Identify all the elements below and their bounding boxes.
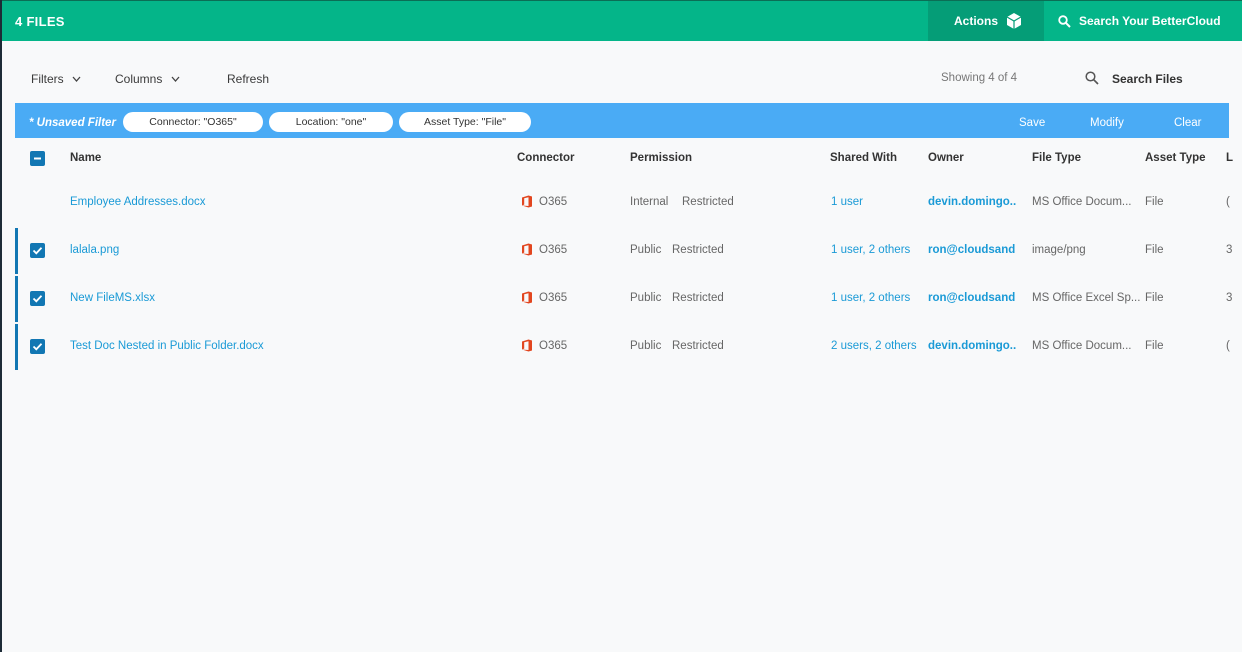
selection-indicator (15, 228, 18, 274)
file-name-link[interactable]: Employee Addresses.docx (70, 196, 206, 208)
modify-filter-button[interactable]: Modify (1090, 117, 1124, 129)
table-header: Name Connector Permission Shared With Ow… (2, 140, 1242, 176)
permission-scope: Public (630, 244, 662, 256)
clear-filter-button[interactable]: Clear (1174, 117, 1201, 129)
owner-link[interactable]: devin.domingo... (928, 196, 1016, 208)
file-name-link[interactable]: Test Doc Nested in Public Folder.docx (70, 340, 264, 352)
top-bar: 4 FILES Actions Search Your BetterCloud (2, 0, 1242, 41)
refresh-button[interactable]: Refresh (227, 72, 269, 86)
filters-dropdown[interactable]: Filters (31, 72, 81, 86)
connector-label: O365 (539, 292, 568, 304)
truncated-cell: 3 (1226, 292, 1233, 304)
permission-level: Restricted (672, 292, 724, 304)
connector-label: O365 (539, 244, 568, 256)
column-header-truncated[interactable]: L (1226, 152, 1236, 164)
truncated-cell: ( (1226, 196, 1230, 208)
permission-level: Restricted (682, 196, 734, 208)
unsaved-filter-label: * Unsaved Filter (29, 117, 116, 129)
save-filter-button[interactable]: Save (1019, 117, 1045, 129)
filters-label: Filters (31, 72, 64, 86)
chevron-down-icon (171, 76, 180, 82)
cube-icon (1006, 13, 1022, 29)
search-bettercloud-button[interactable]: Search Your BetterCloud (1058, 14, 1221, 28)
search-bettercloud-label: Search Your BetterCloud (1079, 14, 1221, 28)
column-header-permission[interactable]: Permission (630, 152, 692, 164)
columns-dropdown[interactable]: Columns (115, 72, 180, 86)
table-row[interactable]: Test Doc Nested in Public Folder.docx O36… (2, 324, 1242, 370)
owner-link[interactable]: devin.domingo... (928, 340, 1016, 352)
office365-icon (522, 195, 532, 208)
shared-with-link[interactable]: 1 user (831, 196, 923, 208)
filter-pill-connector[interactable]: Connector: "O365" (123, 112, 263, 132)
truncated-cell: 3 (1226, 244, 1233, 256)
connector-label: O365 (539, 196, 568, 208)
file-type: MS Office Docum... (1032, 196, 1132, 208)
column-header-owner[interactable]: Owner (928, 152, 964, 164)
file-type: MS Office Excel Sp... (1032, 292, 1140, 304)
file-type: image/png (1032, 244, 1086, 256)
asset-type: File (1145, 244, 1164, 256)
office365-icon (522, 339, 532, 352)
chevron-down-icon (72, 76, 81, 82)
asset-type: File (1145, 292, 1164, 304)
office365-icon (522, 291, 532, 304)
filter-pill-location[interactable]: Location: "one" (269, 112, 393, 132)
row-checkbox[interactable] (30, 339, 45, 354)
shared-with-link[interactable]: 1 user, 2 others (831, 292, 923, 304)
column-header-shared-with[interactable]: Shared With (830, 152, 897, 164)
selection-indicator (15, 324, 18, 370)
file-type: MS Office Docum... (1032, 340, 1132, 352)
permission-scope: Internal (630, 196, 669, 208)
minus-icon (34, 157, 41, 160)
page-title: 4 FILES (15, 14, 65, 29)
result-count: Showing 4 of 4 (941, 72, 1018, 84)
search-files-label: Search Files (1112, 72, 1183, 86)
row-checkbox[interactable] (30, 243, 45, 258)
columns-label: Columns (115, 72, 163, 86)
table-row[interactable]: lalala.png O365 Public Restricted 1 user, 2 … (2, 228, 1242, 274)
check-icon (32, 295, 43, 303)
office365-icon (522, 243, 532, 256)
asset-type: File (1145, 196, 1164, 208)
actions-label: Actions (954, 14, 999, 28)
owner-link[interactable]: ron@cloudsand... (928, 244, 1016, 256)
selection-indicator (15, 276, 18, 322)
asset-type: File (1145, 340, 1164, 352)
shared-with-link[interactable]: 1 user, 2 others (831, 244, 923, 256)
actions-button[interactable]: Actions (928, 1, 1044, 41)
search-icon (1058, 15, 1071, 28)
column-header-asset-type[interactable]: Asset Type (1145, 152, 1206, 164)
truncated-cell: ( (1226, 340, 1230, 352)
filter-bar: * Unsaved Filter Connector: "O365" Locat… (15, 103, 1229, 138)
connector-label: O365 (539, 340, 568, 352)
check-icon (32, 247, 43, 255)
toolbar: Filters Columns Refresh Showing 4 of 4 S… (2, 41, 1242, 103)
file-name-link[interactable]: New FileMS.xlsx (70, 292, 155, 304)
row-checkbox[interactable] (30, 291, 45, 306)
check-icon (32, 343, 43, 351)
table-row[interactable]: Employee Addresses.docx O365 Internal Restr… (2, 180, 1242, 226)
permission-scope: Public (630, 340, 662, 352)
permission-scope: Public (630, 292, 662, 304)
table-row[interactable]: New FileMS.xlsx O365 Public Restricted 1 use… (2, 276, 1242, 322)
filter-pill-asset-type[interactable]: Asset Type: "File" (399, 112, 531, 132)
column-header-name[interactable]: Name (70, 152, 101, 164)
permission-level: Restricted (672, 244, 724, 256)
owner-link[interactable]: ron@cloudsand... (928, 292, 1016, 304)
column-header-file-type[interactable]: File Type (1032, 152, 1081, 164)
search-icon (1085, 71, 1099, 85)
search-files-button[interactable]: Search Files (1085, 69, 1183, 86)
file-name-link[interactable]: lalala.png (70, 244, 119, 256)
shared-with-link[interactable]: 2 users, 2 others (831, 340, 923, 352)
permission-level: Restricted (672, 340, 724, 352)
select-all-checkbox[interactable] (30, 151, 45, 166)
column-header-connector[interactable]: Connector (517, 152, 575, 164)
